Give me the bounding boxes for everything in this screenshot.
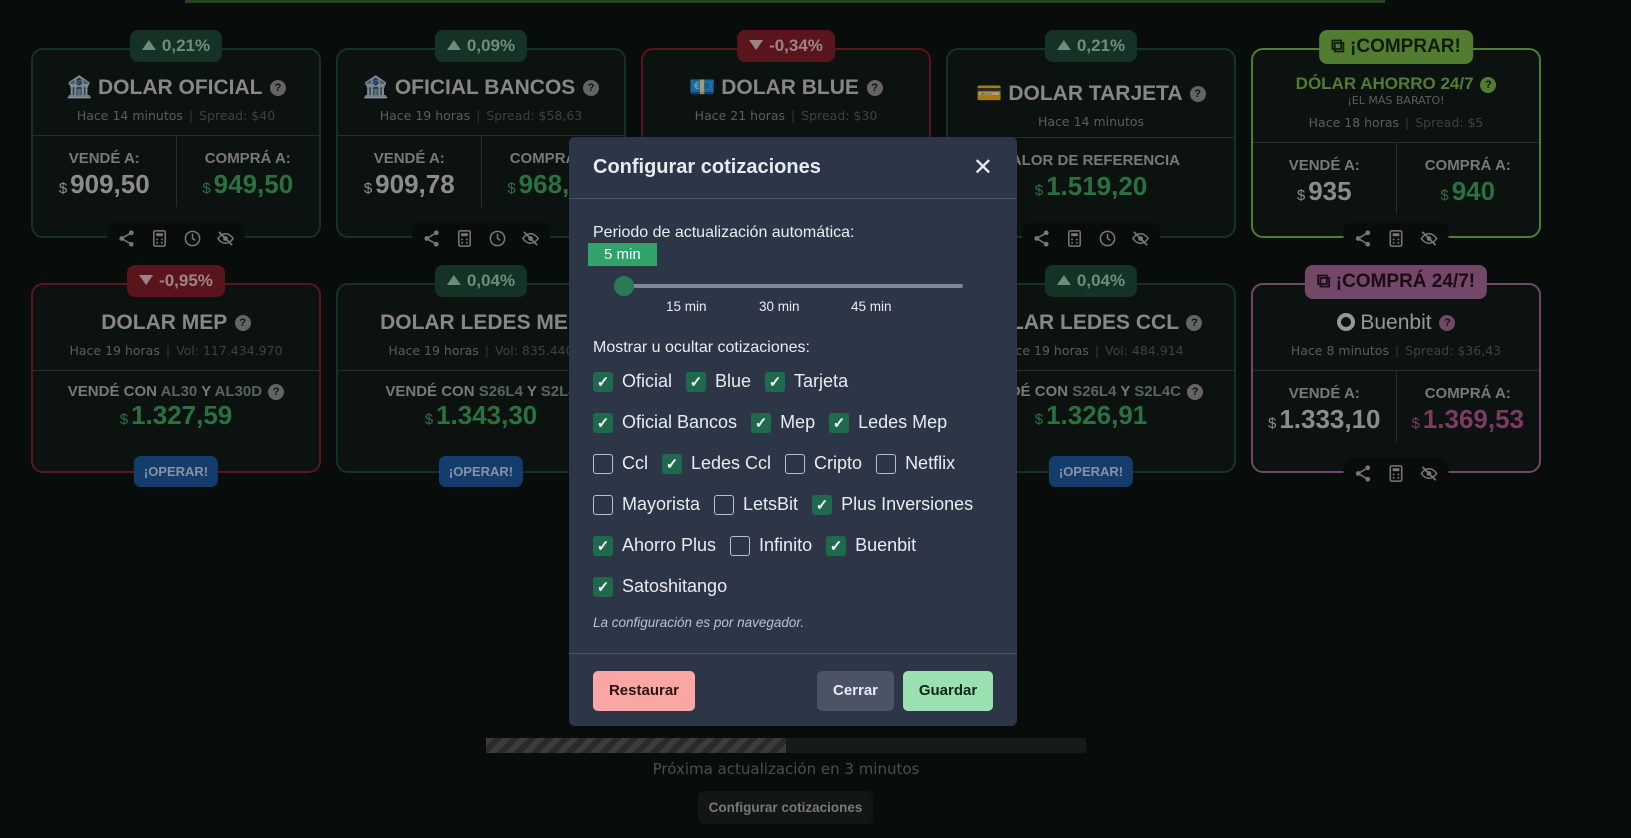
quote-toggle[interactable]: Infinito bbox=[730, 535, 812, 556]
checkbox-label: LetsBit bbox=[743, 494, 799, 514]
checkbox[interactable] bbox=[751, 412, 772, 433]
checkbox-label: Plus Inversiones bbox=[841, 494, 974, 514]
checkbox-label: Ledes Mep bbox=[858, 412, 948, 432]
checkbox-row: Oficial Bancos Mep Ledes Mep bbox=[593, 412, 961, 433]
checkbox[interactable] bbox=[876, 453, 897, 474]
modal-title: Configurar cotizaciones bbox=[593, 156, 821, 178]
checkbox[interactable] bbox=[686, 371, 707, 392]
checkbox[interactable] bbox=[812, 494, 833, 515]
quote-toggle[interactable]: Cripto bbox=[785, 453, 862, 474]
quote-toggle[interactable]: Ccl bbox=[593, 453, 648, 474]
checkbox-label: Netflix bbox=[905, 453, 956, 473]
checkbox-label: Mep bbox=[780, 412, 816, 432]
config-note: La configuración es por navegador. bbox=[593, 615, 805, 630]
quote-toggle[interactable]: Oficial Bancos bbox=[593, 412, 737, 433]
checkbox-row: Satoshitango bbox=[593, 576, 741, 597]
checkbox[interactable] bbox=[765, 371, 786, 392]
slider-tick: 15 min bbox=[666, 299, 707, 314]
checkbox[interactable] bbox=[593, 453, 613, 474]
checkbox[interactable] bbox=[785, 453, 806, 474]
quote-toggle[interactable]: Ledes Mep bbox=[829, 412, 947, 433]
close-icon[interactable]: ✕ bbox=[973, 153, 993, 182]
quote-toggle[interactable]: Netflix bbox=[876, 453, 955, 474]
slider-tick: 30 min bbox=[759, 299, 800, 314]
visibility-label: Mostrar u ocultar cotizaciones: bbox=[593, 339, 810, 356]
checkbox-label: Oficial Bancos bbox=[622, 412, 738, 432]
checkbox[interactable] bbox=[730, 535, 751, 556]
checkbox-label: Ccl bbox=[622, 453, 648, 473]
quote-toggle[interactable]: Ledes Ccl bbox=[662, 453, 771, 474]
quote-toggle[interactable]: Mayorista bbox=[593, 494, 700, 515]
quote-toggle[interactable]: Buenbit bbox=[826, 535, 916, 556]
slider-handle[interactable] bbox=[614, 276, 634, 296]
checkbox[interactable] bbox=[593, 412, 613, 433]
quote-toggle[interactable]: LetsBit bbox=[714, 494, 798, 515]
checkbox[interactable] bbox=[593, 494, 613, 515]
checkbox[interactable] bbox=[826, 535, 847, 556]
checkbox-row: Ahorro Plus Infinito Buenbit bbox=[593, 535, 930, 556]
quote-toggle[interactable]: Blue bbox=[686, 371, 751, 392]
quote-toggle[interactable]: Ahorro Plus bbox=[593, 535, 716, 556]
refresh-period-slider[interactable] bbox=[623, 284, 963, 288]
checkbox-row: Oficial Blue Tarjeta bbox=[593, 371, 862, 392]
checkbox-row: Ccl Ledes Ccl Cripto Netflix bbox=[593, 453, 969, 474]
close-button[interactable]: Cerrar bbox=[817, 671, 894, 711]
checkbox-label: Ahorro Plus bbox=[622, 535, 717, 555]
slider-tick: 45 min bbox=[851, 299, 892, 314]
quote-toggle[interactable]: Plus Inversiones bbox=[812, 494, 973, 515]
checkbox-label: Buenbit bbox=[855, 535, 917, 555]
refresh-period-label: Periodo de actualización automática: bbox=[593, 224, 855, 241]
quote-toggle[interactable]: Tarjeta bbox=[765, 371, 848, 392]
checkbox[interactable] bbox=[714, 494, 735, 515]
checkbox-label: Infinito bbox=[759, 535, 813, 555]
quote-toggle[interactable]: Satoshitango bbox=[593, 576, 727, 597]
quote-toggle[interactable]: Mep bbox=[751, 412, 815, 433]
quote-toggle[interactable]: Oficial bbox=[593, 371, 672, 392]
configure-quotes-modal: Configurar cotizaciones ✕ Periodo de act… bbox=[569, 137, 1017, 726]
checkbox[interactable] bbox=[593, 576, 613, 597]
checkbox-row: Mayorista LetsBit Plus Inversiones bbox=[593, 494, 987, 515]
checkbox-label: Blue bbox=[715, 371, 752, 391]
checkbox-label: Mayorista bbox=[622, 494, 701, 514]
restore-button[interactable]: Restaurar bbox=[593, 671, 695, 711]
checkbox-label: Oficial bbox=[622, 371, 673, 391]
checkbox[interactable] bbox=[593, 371, 613, 392]
checkbox-label: Ledes Ccl bbox=[691, 453, 772, 473]
checkbox-label: Satoshitango bbox=[622, 576, 728, 596]
checkbox-label: Cripto bbox=[814, 453, 863, 473]
checkbox[interactable] bbox=[593, 535, 613, 556]
save-button[interactable]: Guardar bbox=[903, 671, 993, 711]
checkbox[interactable] bbox=[662, 453, 682, 474]
slider-value-tooltip: 5 min bbox=[588, 243, 657, 266]
checkbox[interactable] bbox=[829, 412, 850, 433]
checkbox-label: Tarjeta bbox=[794, 371, 849, 391]
